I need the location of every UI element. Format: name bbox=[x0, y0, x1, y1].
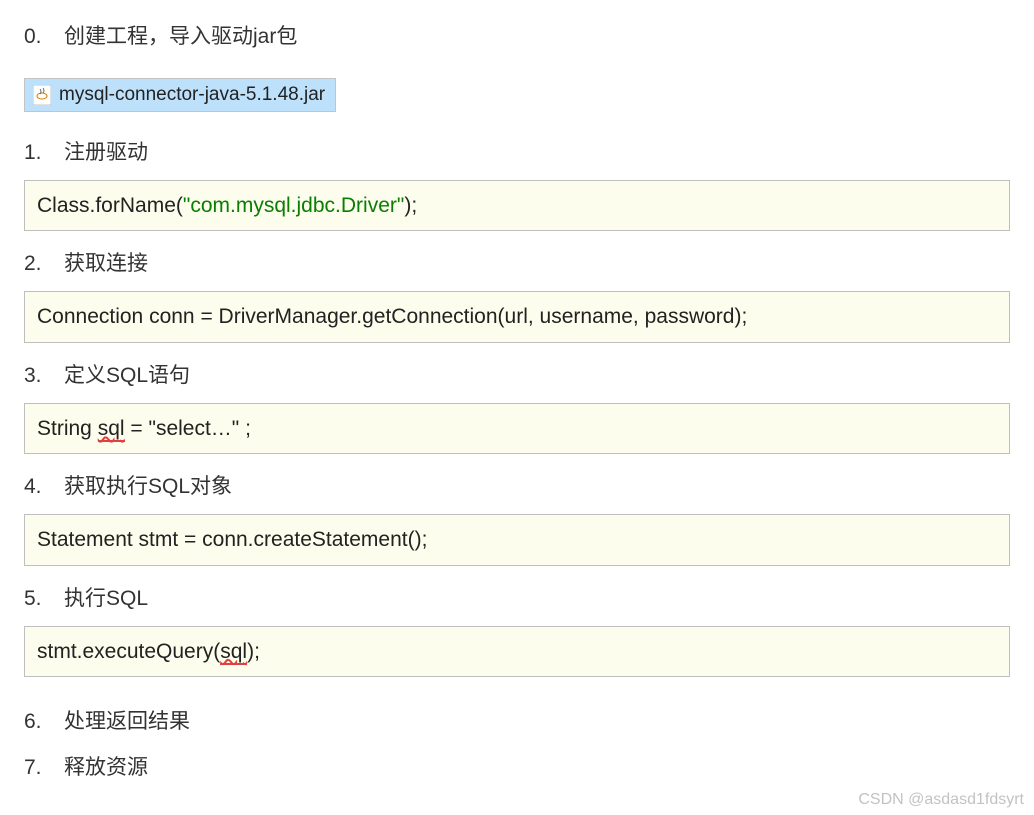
step-2-header: 2. 获取连接 bbox=[24, 247, 1010, 277]
code-text: String bbox=[37, 417, 98, 440]
code-string: "com.mysql.jdbc.Driver" bbox=[183, 194, 404, 217]
code-block-1: Class.forName("com.mysql.jdbc.Driver"); bbox=[24, 180, 1010, 231]
step-0-header: 0. 创建工程，导入驱动jar包 bbox=[24, 20, 1010, 50]
step-7-header: 7. 释放资源 bbox=[24, 751, 1010, 781]
step-title: 获取执行SQL对象 bbox=[64, 470, 232, 500]
step-title: 获取连接 bbox=[64, 247, 148, 277]
step-number: 2. bbox=[24, 252, 64, 276]
code-text: ); bbox=[247, 640, 260, 663]
step-5-header: 5. 执行SQL bbox=[24, 582, 1010, 612]
jar-file-badge: mysql-connector-java-5.1.48.jar bbox=[24, 78, 336, 112]
jar-file-icon bbox=[33, 85, 51, 105]
code-text: = "select…" ; bbox=[125, 417, 251, 440]
step-number: 7. bbox=[24, 756, 64, 780]
jar-file-name: mysql-connector-java-5.1.48.jar bbox=[59, 84, 325, 106]
step-6-header: 6. 处理返回结果 bbox=[24, 705, 1010, 735]
step-title: 注册驱动 bbox=[64, 136, 148, 166]
step-number: 3. bbox=[24, 364, 64, 388]
code-text: stmt.executeQuery( bbox=[37, 640, 220, 663]
step-title: 处理返回结果 bbox=[64, 705, 190, 735]
step-1-header: 1. 注册驱动 bbox=[24, 136, 1010, 166]
code-block-2: Connection conn = DriverManager.getConne… bbox=[24, 291, 1010, 342]
step-3-header: 3. 定义SQL语句 bbox=[24, 359, 1010, 389]
step-number: 5. bbox=[24, 587, 64, 611]
code-text: Connection conn = DriverManager.getConne… bbox=[37, 305, 747, 328]
code-text: ); bbox=[404, 194, 417, 217]
step-4-header: 4. 获取执行SQL对象 bbox=[24, 470, 1010, 500]
code-block-3: String sql = "select…" ; bbox=[24, 403, 1010, 454]
step-number: 1. bbox=[24, 141, 64, 165]
step-title: 执行SQL bbox=[64, 582, 148, 612]
step-number: 6. bbox=[24, 710, 64, 734]
step-title: 创建工程，导入驱动jar包 bbox=[64, 20, 297, 50]
step-title: 定义SQL语句 bbox=[64, 359, 190, 389]
watermark: CSDN @asdasd1fdsyrt bbox=[858, 791, 1024, 809]
code-block-4: Statement stmt = conn.createStatement(); bbox=[24, 514, 1010, 565]
code-sql-var: sql bbox=[220, 640, 247, 665]
code-text: Statement stmt = conn.createStatement(); bbox=[37, 528, 427, 551]
code-block-5: stmt.executeQuery(sql); bbox=[24, 626, 1010, 677]
step-number: 0. bbox=[24, 25, 64, 49]
step-title: 释放资源 bbox=[64, 751, 148, 781]
code-text: Class.forName( bbox=[37, 194, 183, 217]
code-sql-var: sql bbox=[98, 417, 125, 442]
step-number: 4. bbox=[24, 475, 64, 499]
